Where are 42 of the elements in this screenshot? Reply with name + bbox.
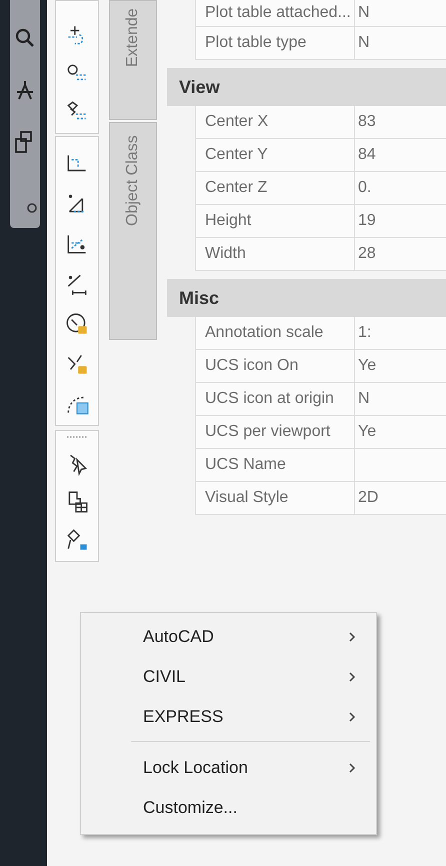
property-value-cell[interactable]: N (355, 27, 446, 60)
property-name-cell: Width (195, 238, 355, 271)
menu-item-label: Customize... (143, 798, 238, 818)
property-value-cell[interactable]: 83 (355, 106, 446, 139)
property-name-cell: Center Y (195, 139, 355, 172)
property-value-cell[interactable]: Ye (355, 350, 446, 383)
property-value-cell[interactable] (355, 449, 446, 482)
category-header[interactable]: Misc (167, 279, 446, 317)
property-value-cell[interactable]: 2D (355, 482, 446, 515)
property-name-cell: Center X (195, 106, 355, 139)
property-value-cell[interactable]: 84 (355, 139, 446, 172)
property-value-cell[interactable]: 19 (355, 205, 446, 238)
menu-item-label: EXPRESS (143, 707, 224, 727)
property-value-cell[interactable]: N (355, 383, 446, 416)
grip-icon[interactable] (65, 435, 89, 439)
property-name-cell: UCS icon at origin (195, 383, 355, 416)
menu-item-label: Lock Location (143, 758, 249, 778)
category-header[interactable]: View (167, 68, 446, 106)
menu-item-label: CIVIL (143, 667, 187, 687)
side-tab[interactable]: Object Class (109, 122, 157, 340)
menu-item[interactable]: AutoCAD (81, 617, 376, 657)
property-name-cell: Height (195, 205, 355, 238)
property-value-cell[interactable]: 1: (355, 317, 446, 350)
property-value-cell[interactable]: N (355, 0, 446, 27)
menu-item[interactable]: CIVIL (81, 657, 376, 697)
menu-item[interactable]: EXPRESS (81, 697, 376, 737)
property-name-cell: Visual Style (195, 482, 355, 515)
property-name-cell: Annotation scale (195, 317, 355, 350)
menu-item[interactable]: Customize... (81, 788, 376, 828)
property-name-cell: UCS per viewport (195, 416, 355, 449)
circle-lock-icon[interactable] (64, 311, 90, 337)
property-name-cell: Plot table attached... (195, 0, 355, 27)
property-value-cell[interactable]: 28 (355, 238, 446, 271)
property-name-cell: UCS Name (195, 449, 355, 482)
property-name-cell: Center Z (195, 172, 355, 205)
menu-item-label: AutoCAD (143, 627, 215, 647)
property-value-cell[interactable]: 0. (355, 172, 446, 205)
property-value-cell[interactable]: Ye (355, 416, 446, 449)
menu-item[interactable]: Lock Location (81, 748, 376, 788)
side-tab[interactable]: Extende (109, 0, 157, 120)
property-name-cell: Plot table type (195, 27, 355, 60)
property-name-cell: UCS icon On (195, 350, 355, 383)
